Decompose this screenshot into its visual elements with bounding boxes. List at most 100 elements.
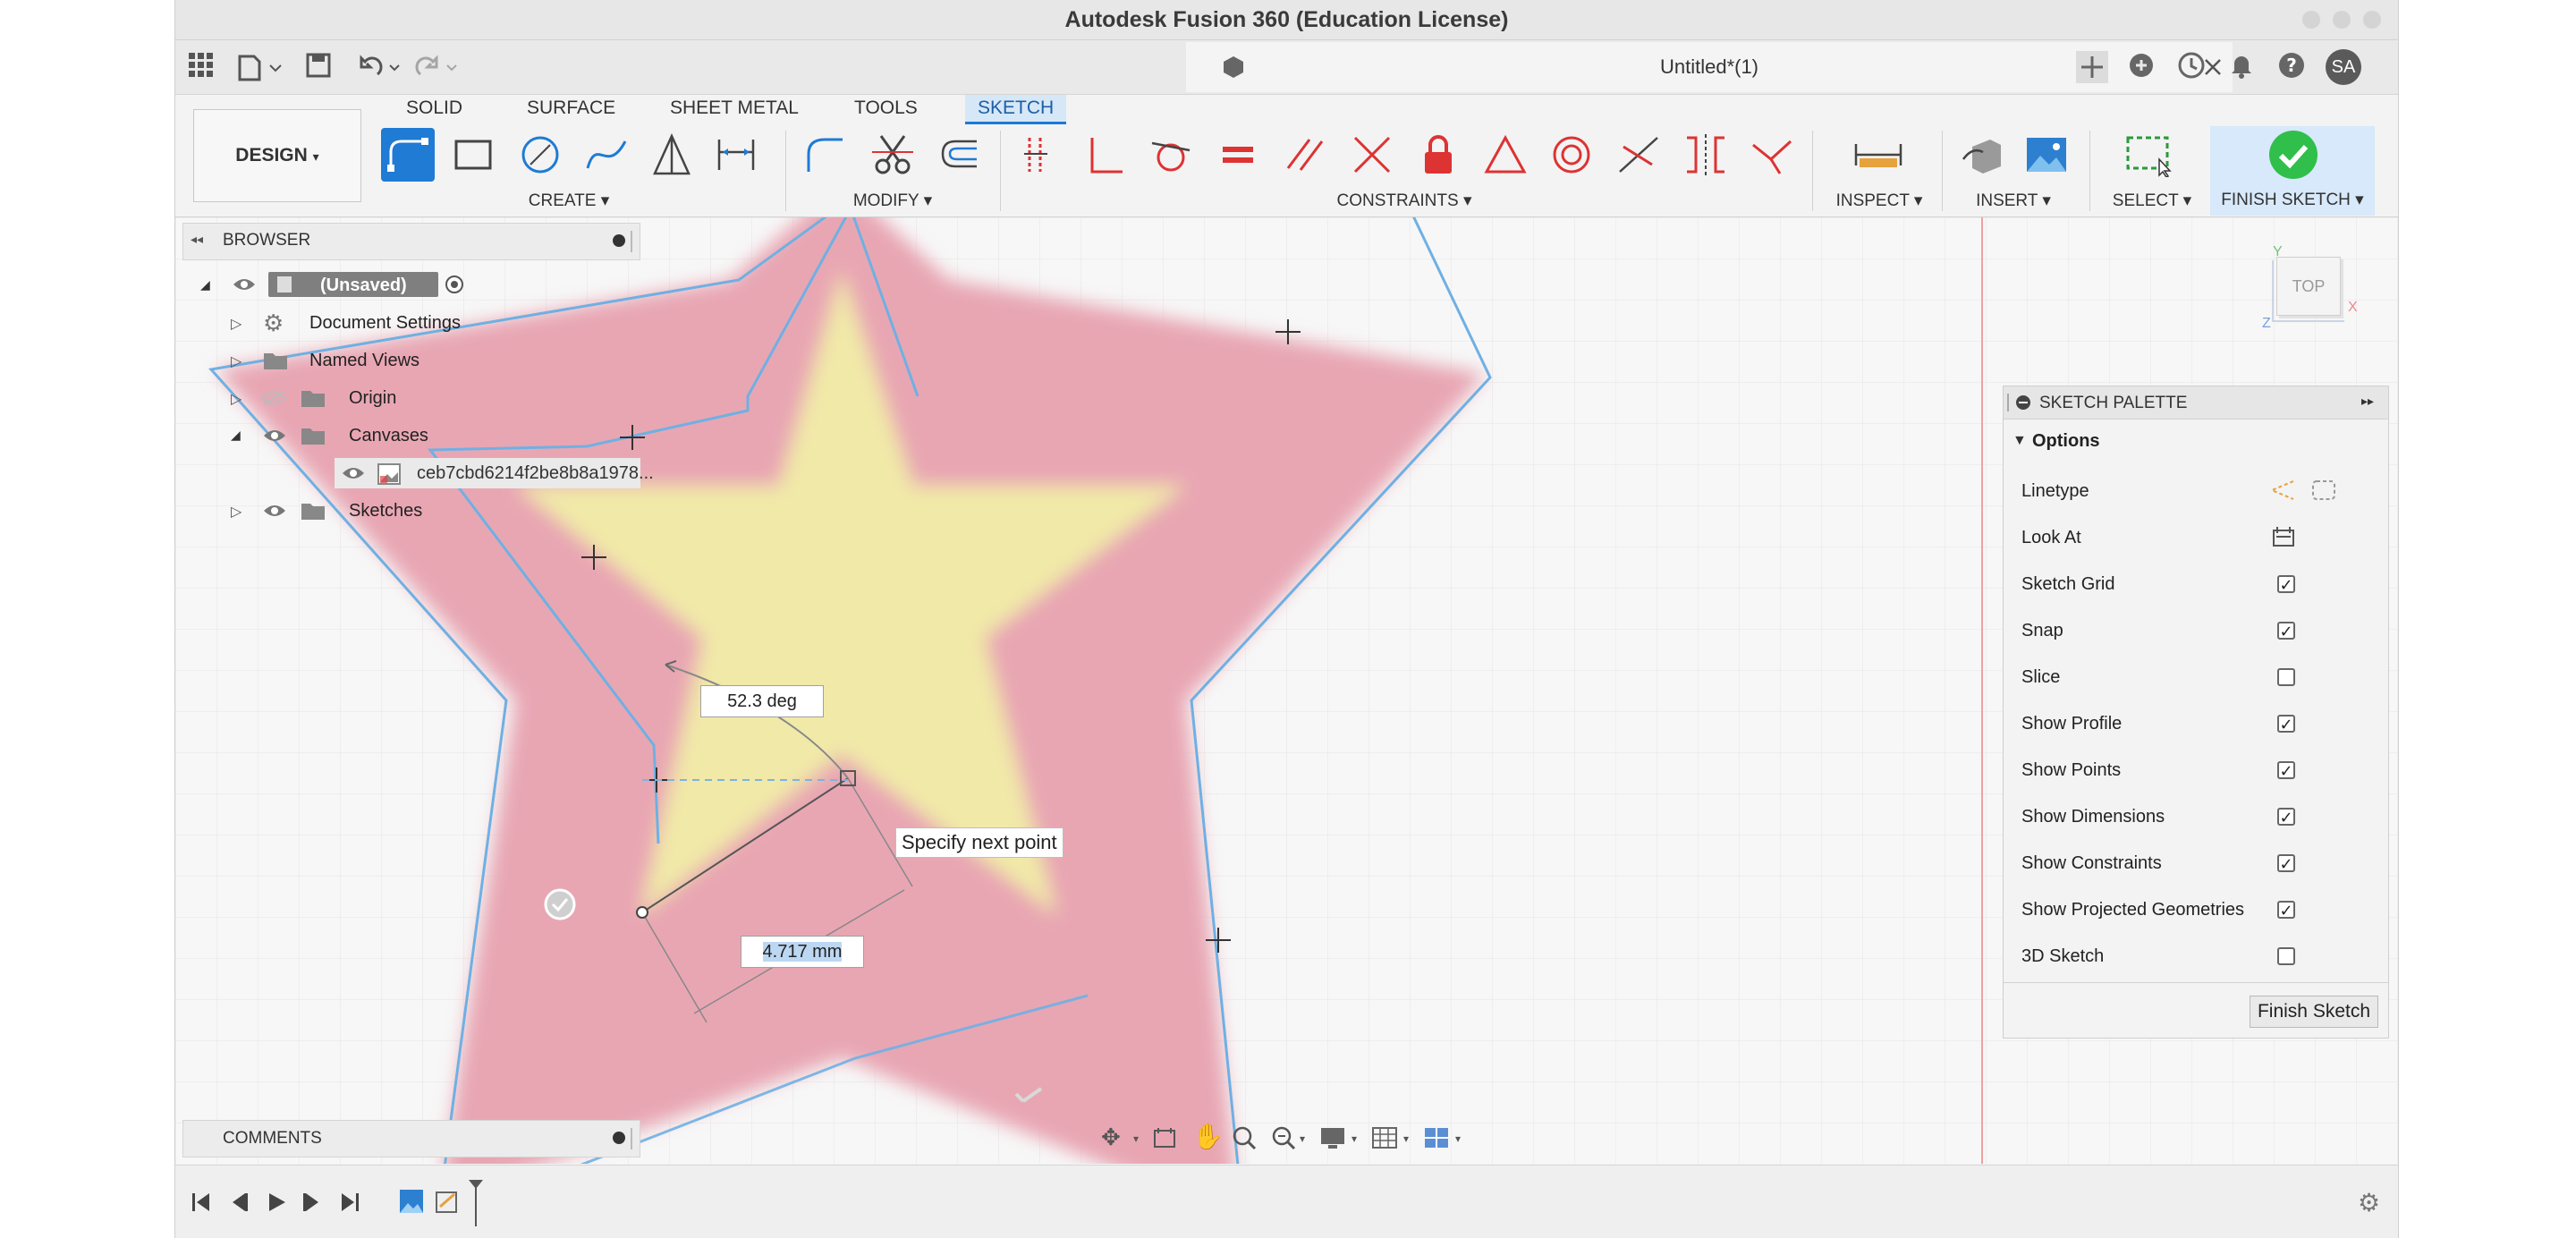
snap-checkbox[interactable]: ✓ <box>2277 622 2295 640</box>
workspace-switcher[interactable]: DESIGN ▾ <box>193 109 361 202</box>
notifications-bell-icon[interactable] <box>2225 51 2258 83</box>
step-back-icon[interactable] <box>227 1191 250 1218</box>
collapse-triangle-icon[interactable]: ◢ <box>200 277 210 293</box>
chevron-down-icon[interactable]: ▾ <box>1403 1132 1409 1145</box>
dimension-tool-icon[interactable] <box>709 128 763 182</box>
slice-checkbox[interactable] <box>2277 668 2295 686</box>
browser-item-sketches[interactable]: ▷ Sketches <box>193 494 640 526</box>
browser-item-origin[interactable]: ▷ Origin <box>193 381 640 413</box>
fit-zoom-icon[interactable] <box>1271 1125 1296 1155</box>
timeline-canvas-feature-icon[interactable] <box>399 1189 424 1218</box>
browser-pin-icon[interactable] <box>613 234 625 247</box>
tab-surface[interactable]: SURFACE <box>527 95 615 122</box>
options-section-header[interactable]: Options <box>2032 431 2100 452</box>
expand-triangle-icon[interactable]: ▷ <box>231 503 242 521</box>
zoom-icon[interactable] <box>1232 1125 1257 1155</box>
centerline-linetype-icon[interactable] <box>2309 478 2338 507</box>
go-to-start-icon[interactable] <box>190 1191 213 1218</box>
help-icon[interactable]: ? <box>2275 51 2308 83</box>
data-panel-grid-icon[interactable] <box>184 51 216 83</box>
3d-sketch-checkbox[interactable] <box>2277 947 2295 965</box>
create-menu[interactable]: CREATE ▾ <box>381 190 757 213</box>
window-minimize-button[interactable] <box>2302 11 2320 29</box>
show-dimensions-checkbox[interactable]: ✓ <box>2277 808 2295 827</box>
browser-item-named-views[interactable]: ▷ Named Views <box>193 343 640 376</box>
job-status-clock-icon[interactable] <box>2175 51 2207 83</box>
fillet-tool-icon[interactable] <box>799 128 852 182</box>
collinear-constraint-icon[interactable] <box>1612 128 1665 182</box>
look-at-icon[interactable] <box>2272 526 2295 552</box>
expand-triangle-icon[interactable]: ▷ <box>231 390 242 408</box>
angle-dimension-input[interactable]: 52.3 deg <box>700 685 824 717</box>
panel-grip[interactable] <box>631 231 632 252</box>
expand-right-icon[interactable]: ▸▸ <box>2361 394 2374 409</box>
undo-icon[interactable] <box>356 51 406 83</box>
user-avatar[interactable]: SA <box>2326 49 2361 85</box>
chevron-down-icon[interactable]: ▾ <box>1300 1132 1305 1145</box>
tab-tools[interactable]: TOOLS <box>854 95 918 122</box>
symmetry-triangle-icon[interactable] <box>1479 128 1532 182</box>
spline-tool-icon[interactable] <box>580 128 633 182</box>
browser-root[interactable]: ◢ (Unsaved) <box>193 268 640 301</box>
constraints-menu[interactable]: CONSTRAINTS ▾ <box>1011 190 1798 213</box>
modify-menu[interactable]: MODIFY ▾ <box>799 190 987 213</box>
insert-menu[interactable]: INSERT ▾ <box>1951 190 2076 213</box>
curvature-constraint-icon[interactable] <box>1745 128 1799 182</box>
midpoint-constraint-icon[interactable] <box>1345 128 1399 182</box>
parallel-constraint-icon[interactable] <box>1278 128 1332 182</box>
equal-constraint-icon[interactable] <box>1211 128 1265 182</box>
finish-sketch-panel[interactable]: FINISH SKETCH ▾ <box>2210 126 2375 216</box>
look-at-icon[interactable] <box>1153 1127 1176 1153</box>
palette-minimize-icon[interactable] <box>2016 395 2030 410</box>
orbit-icon[interactable]: ✥ <box>1101 1124 1121 1151</box>
show-projected-geometries-checkbox[interactable]: ✓ <box>2277 901 2295 920</box>
collapse-triangle-icon[interactable]: ◢ <box>231 428 241 443</box>
timeline-settings-gear-icon[interactable]: ⚙ <box>2358 1191 2380 1216</box>
show-points-checkbox[interactable]: ✓ <box>2277 761 2295 780</box>
palette-grip[interactable] <box>2007 394 2009 411</box>
length-dimension-input[interactable]: 4.717 mm <box>741 936 864 968</box>
fix-lock-icon[interactable] <box>1411 128 1465 182</box>
chevron-down-icon[interactable]: ▾ <box>1352 1132 1357 1145</box>
inspect-menu[interactable]: INSPECT ▾ <box>1830 190 1928 213</box>
trim-scissors-icon[interactable] <box>866 128 919 182</box>
activate-radio-icon[interactable] <box>445 276 463 293</box>
viewports-icon[interactable] <box>1423 1125 1450 1155</box>
circle-tool-icon[interactable] <box>513 128 567 182</box>
visibility-eye-icon[interactable] <box>263 503 286 523</box>
file-menu-icon[interactable] <box>234 51 288 83</box>
window-close-button[interactable] <box>2363 11 2381 29</box>
tab-sketch[interactable]: SKETCH <box>965 95 1067 124</box>
rectangle-tool-icon[interactable] <box>446 128 500 182</box>
grid-snaps-icon[interactable] <box>1371 1125 1398 1155</box>
panel-grip[interactable] <box>631 1128 632 1149</box>
window-zoom-button[interactable] <box>2333 11 2351 29</box>
pan-hand-icon[interactable]: ✋ <box>1192 1122 1224 1151</box>
view-cube[interactable]: Y Z X TOP <box>2262 244 2362 334</box>
visibility-eye-icon[interactable] <box>342 465 365 486</box>
save-icon[interactable] <box>302 51 335 83</box>
visibility-eye-icon[interactable] <box>263 428 286 448</box>
browser-item-canvas-image[interactable]: ceb7cbd6214f2be8b8a1978... <box>193 456 654 488</box>
redo-icon[interactable] <box>413 51 463 83</box>
collapse-left-icon[interactable]: ◂◂ <box>191 232 203 247</box>
perpendicular-constraint-icon[interactable] <box>1079 128 1132 182</box>
extensions-icon[interactable] <box>2125 51 2157 83</box>
timeline-marker[interactable] <box>467 1178 485 1233</box>
construction-linetype-icon[interactable] <box>2268 478 2297 507</box>
insert-derive-icon[interactable] <box>1955 128 2009 182</box>
comments-add-icon[interactable] <box>613 1132 625 1144</box>
line-tool-icon[interactable] <box>381 128 435 182</box>
finish-sketch-menu[interactable]: FINISH SKETCH ▾ <box>2210 189 2375 212</box>
finish-sketch-button[interactable]: Finish Sketch <box>2250 996 2378 1028</box>
comments-panel[interactable]: COMMENTS <box>182 1120 640 1157</box>
tab-solid[interactable]: SOLID <box>406 95 462 122</box>
collapse-triangle-icon[interactable]: ▼ <box>2012 433 2027 449</box>
browser-item-canvases[interactable]: ◢ Canvases <box>193 419 640 451</box>
browser-item-document-settings[interactable]: ▷ ⚙ Document Settings <box>193 306 640 338</box>
offset-tool-icon[interactable] <box>931 128 985 182</box>
chevron-down-icon[interactable]: ▾ <box>1133 1132 1139 1145</box>
visibility-eye-icon[interactable] <box>233 276 256 297</box>
expand-triangle-icon[interactable]: ▷ <box>231 315 242 333</box>
show-constraints-checkbox[interactable]: ✓ <box>2277 854 2295 873</box>
